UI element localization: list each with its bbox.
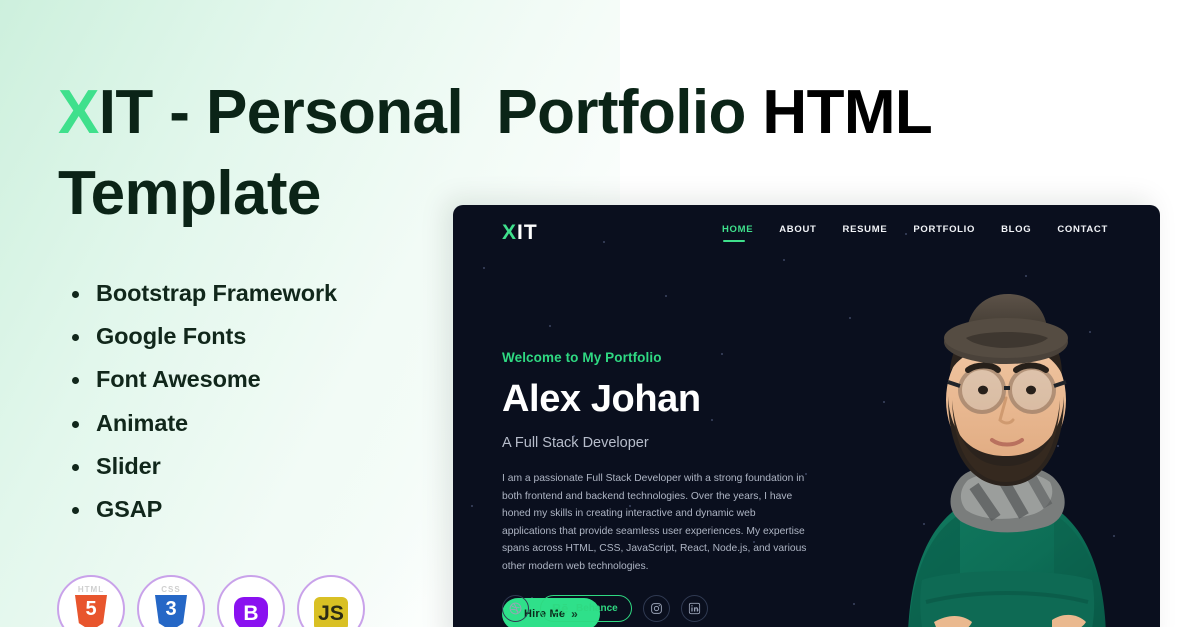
- promo-banner: XIT - Personal Portfolio HTML Template Bo…: [0, 0, 1200, 627]
- portrait-photo: [908, 294, 1106, 627]
- html5-shield: 5: [75, 595, 107, 627]
- title-second-line: Template: [58, 159, 321, 228]
- title-tail: HTML: [762, 78, 933, 147]
- mockup-social-links: Bē Behance: [502, 595, 708, 622]
- list-item: Bootstrap Framework: [72, 272, 337, 315]
- list-item: GSAP: [72, 488, 337, 531]
- behance-link[interactable]: Bē Behance: [540, 595, 632, 622]
- linkedin-icon[interactable]: [680, 595, 708, 622]
- nav-item-about[interactable]: ABOUT: [779, 224, 816, 242]
- html5-icon: HTML 5: [57, 575, 125, 627]
- css3-icon: CSS 3: [137, 575, 205, 627]
- nav-item-contact[interactable]: CONTACT: [1057, 224, 1108, 242]
- nav-item-resume[interactable]: RESUME: [843, 224, 888, 242]
- title-brand-rest: IT: [98, 78, 154, 147]
- behance-label: Behance: [576, 603, 618, 614]
- mockup-nav-links: HOME ABOUT RESUME PORTFOLIO BLOG CONTACT: [722, 224, 1108, 242]
- list-item: Font Awesome: [72, 358, 337, 401]
- technology-badges: HTML 5 CSS 3 B JS: [57, 575, 365, 627]
- feature-list: Bootstrap Framework Google Fonts Font Aw…: [72, 272, 337, 531]
- title-middle: - Personal Portfolio: [152, 78, 763, 147]
- nav-item-portfolio[interactable]: PORTFOLIO: [913, 224, 975, 242]
- css3-shield: 3: [155, 595, 187, 627]
- title-brand-letter: X: [58, 78, 99, 147]
- nav-item-home[interactable]: HOME: [722, 224, 753, 242]
- list-item: Google Fonts: [72, 315, 337, 358]
- list-item: Slider: [72, 445, 337, 488]
- website-mockup-card: XIT HOME ABOUT RESUME PORTFOLIO BLOG CON…: [453, 205, 1160, 627]
- hero-name: Alex Johan: [502, 378, 701, 420]
- mockup-logo-accent: X: [502, 220, 518, 244]
- hero-description: I am a passionate Full Stack Developer w…: [502, 473, 807, 572]
- mockup-logo[interactable]: XIT: [502, 221, 538, 245]
- list-item: Animate: [72, 402, 337, 445]
- bootstrap-mark: B: [234, 597, 268, 627]
- css3-caption: CSS: [161, 585, 181, 594]
- javascript-icon: JS: [297, 575, 365, 627]
- dribbble-icon[interactable]: [502, 595, 529, 622]
- behance-icon: Bē: [552, 601, 569, 616]
- javascript-mark: JS: [314, 597, 348, 627]
- hero-role: A Full Stack Developer: [502, 435, 649, 451]
- bootstrap-icon: B: [217, 575, 285, 627]
- html5-caption: HTML: [77, 585, 105, 594]
- hero-kicker: Welcome to My Portfolio: [502, 350, 662, 365]
- mockup-logo-rest: IT: [517, 220, 538, 244]
- instagram-icon[interactable]: [642, 595, 670, 622]
- mockup-hero: Welcome to My Portfolio Alex Johan A Ful…: [502, 350, 832, 627]
- nav-item-blog[interactable]: BLOG: [1001, 224, 1031, 242]
